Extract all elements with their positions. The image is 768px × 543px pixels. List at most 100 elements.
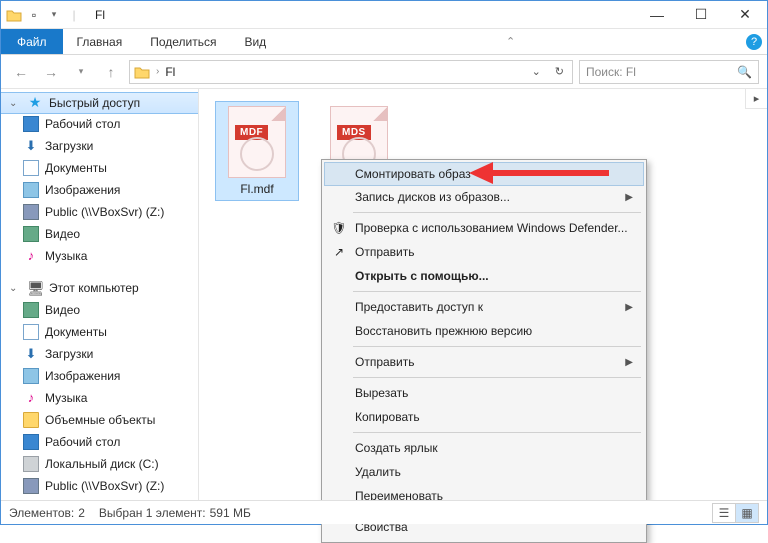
menu-separator [353,432,641,433]
menu-item[interactable]: Создать ярлык [325,436,643,460]
sidebar-item[interactable]: Видео [1,299,198,321]
breadcrumb[interactable]: Fl [165,65,175,79]
menu-item[interactable]: Предоставить доступ к ▶ [325,295,643,319]
item-count: Элементов: 2 [9,506,85,520]
file-tab[interactable]: Файл [1,29,63,54]
recent-dropdown[interactable]: ▾ [69,60,93,84]
menu-item-label: Предоставить доступ к [355,300,483,314]
submenu-arrow-icon: ▶ [625,192,633,203]
address-dropdown-icon[interactable]: ⌄ [528,65,545,78]
menu-separator [353,346,641,347]
menu-item[interactable]: ↗Отправить [325,240,643,264]
menu-item[interactable]: Запись дисков из образов...▶ [325,185,643,209]
up-button[interactable]: ↑ [99,60,123,84]
menu-item-label: Смонтировать образ [355,167,471,181]
menu-item-label: Отправить [355,245,415,259]
chevron-icon: ⌄ [9,98,21,109]
ribbon-collapse[interactable]: ⌃ [498,29,524,54]
sidebar-item[interactable]: ♪ Музыка [1,387,198,409]
menu-item[interactable]: Открыть с помощью... [325,264,643,288]
sidebar-item[interactable]: ⬇Загрузки [1,135,198,157]
sidebar-item-label: Объемные объекты [45,413,155,427]
music-icon: ♪ [23,248,39,264]
sidebar-item[interactable]: Рабочий стол [1,113,198,135]
close-button[interactable]: ✕ [723,1,767,29]
net-icon [23,204,39,220]
view-mode-buttons: ☰ ▦ [713,503,759,523]
properties-icon[interactable]: ▫ [25,6,43,24]
menu-separator [353,377,641,378]
minimize-button[interactable]: — [635,1,679,29]
icons-view-button[interactable]: ▦ [735,503,759,523]
folder-icon [23,412,39,428]
refresh-button[interactable]: ↻ [551,65,568,78]
sidebar-item[interactable]: Public (\\VBoxSvr) (Z:) [1,201,198,223]
help-button[interactable]: ? [741,29,767,54]
music-icon: ♪ [23,390,39,406]
star-icon: ★ [27,95,43,111]
sidebar-item[interactable]: Рабочий стол [1,431,198,453]
sidebar-item[interactable]: Объемные объекты [1,409,198,431]
folder-icon[interactable] [5,6,23,24]
tab-home[interactable]: Главная [63,29,137,54]
sidebar-item-label: Видео [45,303,80,317]
menu-item-label: Восстановить прежнюю версию [355,324,532,338]
menu-item[interactable]: Смонтировать образ [324,162,644,186]
sidebar-item-label: Музыка [45,391,87,405]
sidebar-item-label: Быстрый доступ [49,96,140,110]
video-icon [23,302,39,318]
preview-collapse[interactable]: ▸ [745,89,767,109]
search-icon: 🔍 [737,65,752,79]
ribbon-tabs: Файл Главная Поделиться Вид ⌃ ? [1,29,767,55]
window-title: Fl [95,8,105,22]
maximize-button[interactable]: ☐ [679,1,723,29]
sidebar-item[interactable]: Public (\\VBoxSvr) (Z:) [1,475,198,497]
back-button[interactable]: ← [9,60,33,84]
menu-item-label: Проверка с использованием Windows Defend… [355,221,628,235]
preview-pane-toggle: ▸ [745,89,767,109]
menu-item-label: Создать ярлык [355,441,438,455]
sidebar-item[interactable]: ⌄ ★ Быстрый доступ [1,92,198,114]
navigation-bar: ← → ▾ ↑ › Fl ⌄ ↻ Поиск: Fl 🔍 [1,55,767,89]
sidebar-item[interactable]: ♪Музыка [1,245,198,267]
menu-separator [353,291,641,292]
address-bar[interactable]: › Fl ⌄ ↻ [129,60,573,84]
search-placeholder: Поиск: Fl [586,65,636,79]
sidebar-item-label: Public (\\VBoxSvr) (Z:) [45,205,164,219]
sidebar-item[interactable]: Документы [1,321,198,343]
menu-item[interactable]: Вырезать [325,381,643,405]
sidebar-item[interactable]: Документы [1,157,198,179]
sidebar-item-label: Видео [45,227,80,241]
search-box[interactable]: Поиск: Fl 🔍 [579,60,759,84]
sidebar-item-label: Рабочий стол [45,435,120,449]
details-view-button[interactable]: ☰ [712,503,736,523]
sidebar-item[interactable]: ⌄🖥Этот компьютер [1,277,198,299]
window-controls: — ☐ ✕ [635,1,767,29]
menu-item[interactable]: Копировать [325,405,643,429]
doc-icon [23,324,39,340]
menu-item[interactable]: Удалить [325,460,643,484]
forward-button[interactable]: → [39,60,63,84]
status-bar: Элементов: 2 Выбран 1 элемент: 591 МБ ☰ … [1,500,767,524]
sidebar-item[interactable]: Локальный диск (C:) [1,453,198,475]
sidebar-item[interactable]: Изображения [1,365,198,387]
qat-dropdown-icon[interactable]: ▾ [45,6,63,24]
folder-icon [134,65,150,79]
sidebar-item-label: Документы [45,325,107,339]
tab-view[interactable]: Вид [230,29,280,54]
sidebar-item[interactable]: ⬇Загрузки [1,343,198,365]
menu-item[interactable]: Отправить▶ [325,350,643,374]
sidebar-item-label: Этот компьютер [49,281,139,295]
count-label: Элементов: [9,506,74,520]
menu-item[interactable]: Восстановить прежнюю версию [325,319,643,343]
chevron-icon: ⌄ [9,283,21,294]
sidebar-item[interactable]: Изображения [1,179,198,201]
sidebar-item[interactable]: Видео [1,223,198,245]
submenu-arrow-icon: ▶ [625,302,633,313]
file-item[interactable]: MDFFl.mdf [215,101,299,201]
drive-icon [23,456,39,472]
menu-item[interactable]: 🛡Проверка с использованием Windows Defen… [325,216,643,240]
tab-share[interactable]: Поделиться [136,29,230,54]
context-menu: Смонтировать образ Запись дисков из образ… [321,159,647,543]
video-icon [23,226,39,242]
